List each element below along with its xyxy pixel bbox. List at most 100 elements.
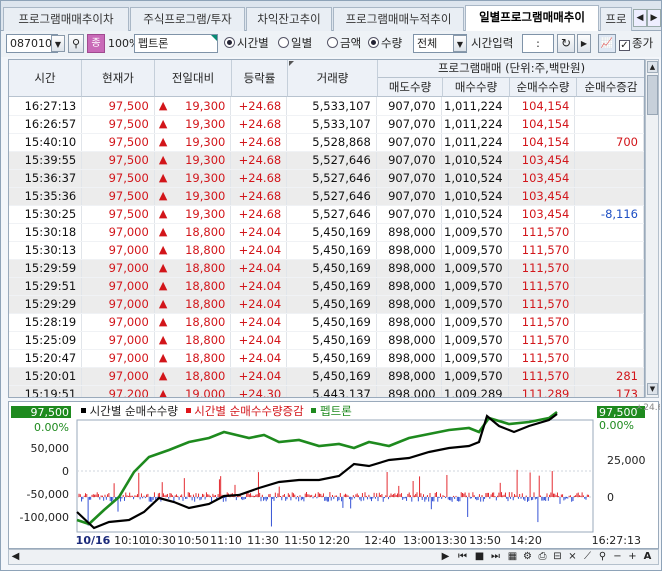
program-chart[interactable]: 97,5000.00%50,0000-50,000-100,00097,500ㅅ… — [9, 402, 660, 550]
cell-delta: 700 — [574, 133, 644, 152]
hscroll-right-icon[interactable]: ▶ — [439, 551, 452, 564]
cell-rate: +24.04 — [230, 331, 288, 350]
table-row[interactable]: 15:20:47 97,000 ▲ 18,800 +24.04 5,450,169 898,… — [9, 349, 644, 368]
tab-daily-program-trend[interactable]: 일별프로그램매매추이 — [465, 5, 599, 32]
right-axis-label: 97,500 — [599, 406, 638, 419]
table-row[interactable]: 16:26:57 97,500 ▲ 19,300 +24.68 5,533,107 907,… — [9, 115, 644, 134]
up-triangle-icon: ▲ — [158, 369, 168, 382]
refresh-icon[interactable]: ↻ — [557, 34, 575, 53]
print-icon[interactable]: ⎙ — [536, 551, 549, 564]
cell-change-value: 19,300 — [185, 135, 226, 149]
x-axis-label: 14:20 — [510, 534, 542, 547]
table-row[interactable]: 15:36:37 97,500 ▲ 19,300 +24.68 5,527,646 907,… — [9, 169, 644, 188]
table-row[interactable]: 15:29:59 97,000 ▲ 18,800 +24.04 5,450,169 898,… — [9, 259, 644, 278]
col-header-sell-qty[interactable]: 매도수량 — [378, 78, 443, 97]
close-price-checkbox[interactable]: ✓ 종가 — [619, 36, 653, 52]
settings-icon[interactable]: ⚙ — [521, 551, 534, 564]
tab-prev-icon[interactable]: ◀ — [633, 9, 647, 27]
col-header-price[interactable]: 현재가 — [82, 60, 155, 97]
col-header-program-group: 프로그램매매 (단위:주,백만원) — [378, 60, 644, 78]
rewind-icon[interactable]: ⏮ — [456, 551, 469, 564]
radio-amount[interactable]: 금액 — [327, 36, 361, 52]
tab-program-trend-diff[interactable]: 프로그램매매추이차 — [3, 7, 129, 31]
cell-buy: 1,009,570 — [441, 295, 509, 314]
scroll-thumb[interactable] — [647, 75, 658, 115]
col-header-time[interactable]: 시간 — [9, 60, 82, 97]
table-row[interactable]: 15:20:01 97,000 ▲ 18,800 +24.04 5,450,169 898,… — [9, 367, 644, 386]
table-row[interactable]: 15:19:51 97,200 ▲ 19,000 +24.30 5,443,137 898,… — [9, 385, 644, 397]
cell-sell: 898,000 — [376, 331, 442, 350]
radio-by-day[interactable]: 일별 — [278, 36, 312, 52]
zoom-out-icon[interactable]: − — [611, 551, 624, 564]
radio-by-time[interactable]: 시간별 — [224, 36, 269, 52]
crosshair-icon[interactable]: ⨯ — [566, 551, 579, 564]
zoom-in-icon[interactable]: + — [626, 551, 639, 564]
cell-change-value: 19,300 — [185, 189, 226, 203]
cell-rate: +24.68 — [230, 97, 288, 116]
table-row[interactable]: 16:27:13 97,500 ▲ 19,300 +24.68 5,533,107 907,… — [9, 97, 644, 116]
tab-next-icon[interactable]: ▶ — [647, 9, 661, 27]
chart-toggle-icon[interactable]: 📈 — [598, 34, 616, 53]
col-header-buy-qty[interactable]: 매수수량 — [443, 78, 510, 97]
cell-change: ▲ 18,800 — [154, 223, 232, 242]
table-view-icon[interactable]: ▦ — [506, 551, 519, 564]
hscroll-left-icon[interactable]: ◀ — [9, 551, 22, 564]
table-row[interactable]: 15:30:25 97,500 ▲ 19,300 +24.68 5,527,646 907,… — [9, 205, 644, 224]
cell-delta — [574, 295, 644, 314]
fast-forward-icon[interactable]: ⏭ — [489, 551, 502, 564]
tab-arbitrage-balance[interactable]: 차익잔고추이 — [246, 7, 332, 31]
ruler-icon[interactable]: ⊟ — [551, 551, 564, 564]
cell-change: ▲ 18,800 — [154, 367, 232, 386]
col-header-rate[interactable]: 등락률 — [232, 60, 288, 97]
code-dropdown-icon[interactable]: ▼ — [51, 35, 65, 52]
cell-change-value: 18,800 — [185, 279, 226, 293]
cell-price: 97,200 — [81, 385, 155, 397]
table-row[interactable]: 15:29:29 97,000 ▲ 18,800 +24.04 5,450,169 898,… — [9, 295, 644, 314]
col-header-change[interactable]: 전일대비 — [155, 60, 232, 97]
legend-swatch-price — [311, 408, 317, 413]
stock-name-field: 펩트론 — [134, 34, 218, 53]
cell-change-value: 19,300 — [185, 117, 226, 131]
stop-icon[interactable]: ■ — [473, 551, 486, 564]
cell-price: 97,500 — [81, 151, 155, 170]
cell-net: 111,570 — [508, 223, 576, 242]
table-row[interactable]: 15:35:36 97,500 ▲ 19,300 +24.68 5,527,646 907,… — [9, 187, 644, 206]
cell-net: 103,454 — [508, 187, 576, 206]
cell-time: 15:30:13 — [9, 241, 83, 260]
table-row[interactable]: 15:40:10 97,500 ▲ 19,300 +24.68 5,528,868 907,… — [9, 133, 644, 152]
time-input[interactable]: : — [522, 34, 554, 53]
next-icon[interactable]: ▶ — [577, 34, 591, 53]
tab-program-cumulative[interactable]: 프로그램매매누적추이 — [333, 7, 464, 31]
search-icon[interactable]: ⚲ — [68, 34, 84, 53]
table-row[interactable]: 15:30:13 97,000 ▲ 18,800 +24.04 5,450,169 898,… — [9, 241, 644, 260]
cell-buy: 1,009,570 — [441, 223, 509, 242]
tab-stock-program-investor[interactable]: 주식프로그램/투자 — [130, 7, 245, 31]
zoom-icon[interactable]: ⚲ — [596, 551, 609, 564]
col-header-net-qty[interactable]: 순매수수량 — [510, 78, 577, 97]
cell-change-value: 19,300 — [185, 171, 226, 185]
cell-delta: -8,116 — [574, 205, 644, 224]
table-row[interactable]: 15:39:55 97,500 ▲ 19,300 +24.68 5,527,646 907,… — [9, 151, 644, 170]
scroll-up-icon[interactable]: ▲ — [647, 61, 658, 73]
tab-program-more[interactable]: 프로 — [600, 7, 632, 31]
table-vertical-scrollbar[interactable]: ▲ ▼ — [645, 59, 659, 398]
table-row[interactable]: 15:25:09 97,000 ▲ 18,800 +24.04 5,450,169 898,… — [9, 331, 644, 350]
cell-change-value: 18,800 — [185, 369, 226, 383]
cell-time: 15:28:19 — [9, 313, 83, 332]
legend-swatch-net — [81, 408, 86, 413]
col-header-net-delta[interactable]: 순매수증감 — [577, 78, 644, 97]
filter-dropdown-icon[interactable]: ▼ — [453, 35, 467, 52]
col-header-volume[interactable]: 거래량 — [288, 60, 378, 97]
cell-change-value: 18,800 — [185, 261, 226, 275]
cell-price: 97,000 — [81, 295, 155, 314]
cell-time: 16:27:13 — [9, 97, 83, 116]
scroll-down-icon[interactable]: ▼ — [647, 383, 658, 395]
font-size-icon[interactable]: A — [641, 551, 654, 564]
draw-line-icon[interactable]: ⟋ — [581, 551, 594, 564]
table-row[interactable]: 15:29:51 97,000 ▲ 18,800 +24.04 5,450,169 898,… — [9, 277, 644, 296]
table-row[interactable]: 15:30:18 97,000 ▲ 18,800 +24.04 5,450,169 898,… — [9, 223, 644, 242]
chart-horizontal-scrollbar[interactable]: ◀ ▶ ⏮ ■ ⏭ ▦ ⚙ ⎙ ⊟ ⨯ ⟋ ⚲ − + A — [8, 549, 659, 565]
radio-quantity[interactable]: 수량 — [368, 36, 402, 52]
table-row[interactable]: 15:28:19 97,000 ▲ 18,800 +24.04 5,450,169 898,… — [9, 313, 644, 332]
cell-change: ▲ 18,800 — [154, 313, 232, 332]
